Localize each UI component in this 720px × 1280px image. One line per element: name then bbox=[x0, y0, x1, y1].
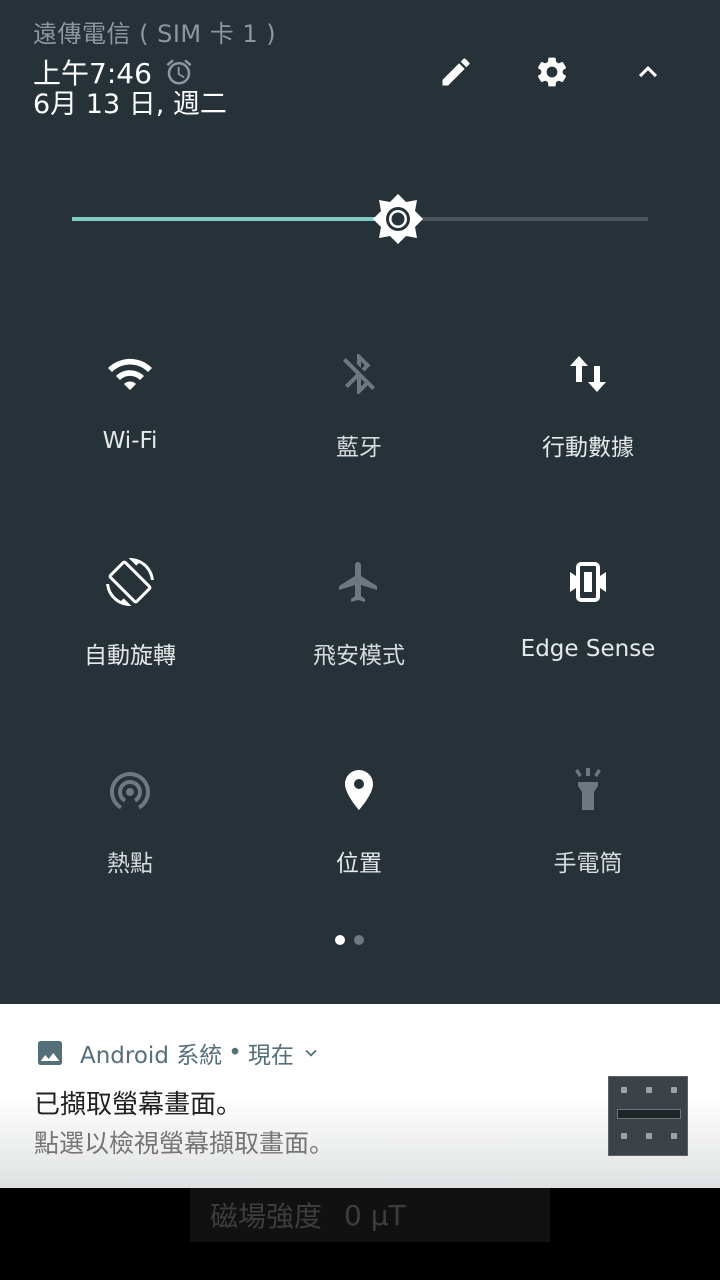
bluetooth-off-icon bbox=[333, 348, 385, 400]
tile-label: 熱點 bbox=[107, 851, 153, 877]
tile-label: Wi-Fi bbox=[102, 428, 158, 454]
tile-label: 位置 bbox=[336, 851, 382, 877]
brightness-fill bbox=[72, 217, 398, 221]
flashlight-icon bbox=[562, 764, 614, 816]
brightness-slider[interactable] bbox=[72, 217, 648, 221]
tile-label: 藍牙 bbox=[336, 435, 382, 461]
tile-label: Edge Sense bbox=[520, 636, 656, 662]
edit-button[interactable] bbox=[432, 48, 480, 96]
notification-time: 現在 bbox=[247, 1043, 294, 1069]
carrier-label: 遠傳電信 ( SIM 卡 1 ) bbox=[33, 20, 277, 48]
tile-label: 手電筒 bbox=[553, 851, 623, 877]
tile-airplane-mode[interactable]: 飛安模式 bbox=[259, 556, 459, 686]
notification-text: 點選以檢視螢幕擷取畫面。 bbox=[34, 1129, 335, 1158]
chevron-down-icon[interactable] bbox=[300, 1042, 322, 1064]
tile-hotspot[interactable]: 熱點 bbox=[30, 764, 230, 894]
tile-bluetooth[interactable]: 藍牙 bbox=[259, 348, 459, 478]
notification-header: Android 系統 • 現在 bbox=[34, 1036, 322, 1070]
tile-location[interactable]: 位置 bbox=[259, 764, 459, 894]
background-app: 磁場強度 0 μT bbox=[0, 1188, 720, 1280]
notification-separator: • bbox=[228, 1040, 242, 1066]
tile-label: 飛安模式 bbox=[313, 643, 405, 669]
page-dot-active bbox=[335, 935, 345, 945]
wifi-icon bbox=[104, 348, 156, 400]
tile-mobile-data[interactable]: 行動數據 bbox=[488, 348, 688, 478]
page-dot bbox=[354, 935, 364, 945]
hotspot-icon bbox=[104, 764, 156, 816]
airplane-icon bbox=[333, 556, 385, 608]
pencil-icon bbox=[442, 58, 470, 86]
notification-title: 已擷取螢幕畫面。 bbox=[34, 1090, 243, 1120]
notification-app-name: Android 系統 bbox=[80, 1043, 223, 1069]
gear-icon bbox=[537, 57, 567, 87]
chevron-up-icon bbox=[639, 66, 657, 78]
collapse-button[interactable] bbox=[624, 48, 672, 96]
tile-label: 行動數據 bbox=[542, 435, 634, 461]
tile-wifi[interactable]: Wi-Fi bbox=[30, 348, 230, 478]
mobile-data-icon bbox=[562, 348, 614, 400]
tile-edge-sense[interactable]: Edge Sense bbox=[488, 556, 688, 686]
magnetic-field-value: 0 μT bbox=[344, 1198, 406, 1232]
tile-label: 自動旋轉 bbox=[84, 643, 176, 669]
location-icon bbox=[333, 764, 385, 816]
screenshot-notification[interactable]: Android 系統 • 現在 已擷取螢幕畫面。 點選以檢視螢幕擷取畫面。 bbox=[0, 1004, 720, 1188]
brightness-icon[interactable] bbox=[371, 192, 425, 246]
quick-settings-shade: 遠傳電信 ( SIM 卡 1 ) 上午7:46 6月 13 日, 週二 Wi-F… bbox=[0, 0, 720, 1004]
auto-rotate-icon bbox=[104, 556, 156, 608]
date-label[interactable]: 6月 13 日, 週二 bbox=[33, 82, 227, 121]
settings-button[interactable] bbox=[528, 48, 576, 96]
page-indicator bbox=[335, 935, 364, 945]
magnetic-field-readout: 磁場強度 0 μT bbox=[190, 1188, 550, 1242]
screenshot-thumbnail[interactable] bbox=[608, 1076, 688, 1156]
tile-flashlight[interactable]: 手電筒 bbox=[488, 764, 688, 894]
image-icon bbox=[38, 1041, 62, 1065]
magnetic-field-label: 磁場強度 bbox=[210, 1200, 323, 1233]
tile-auto-rotate[interactable]: 自動旋轉 bbox=[30, 556, 230, 686]
edge-sense-icon bbox=[562, 556, 614, 608]
